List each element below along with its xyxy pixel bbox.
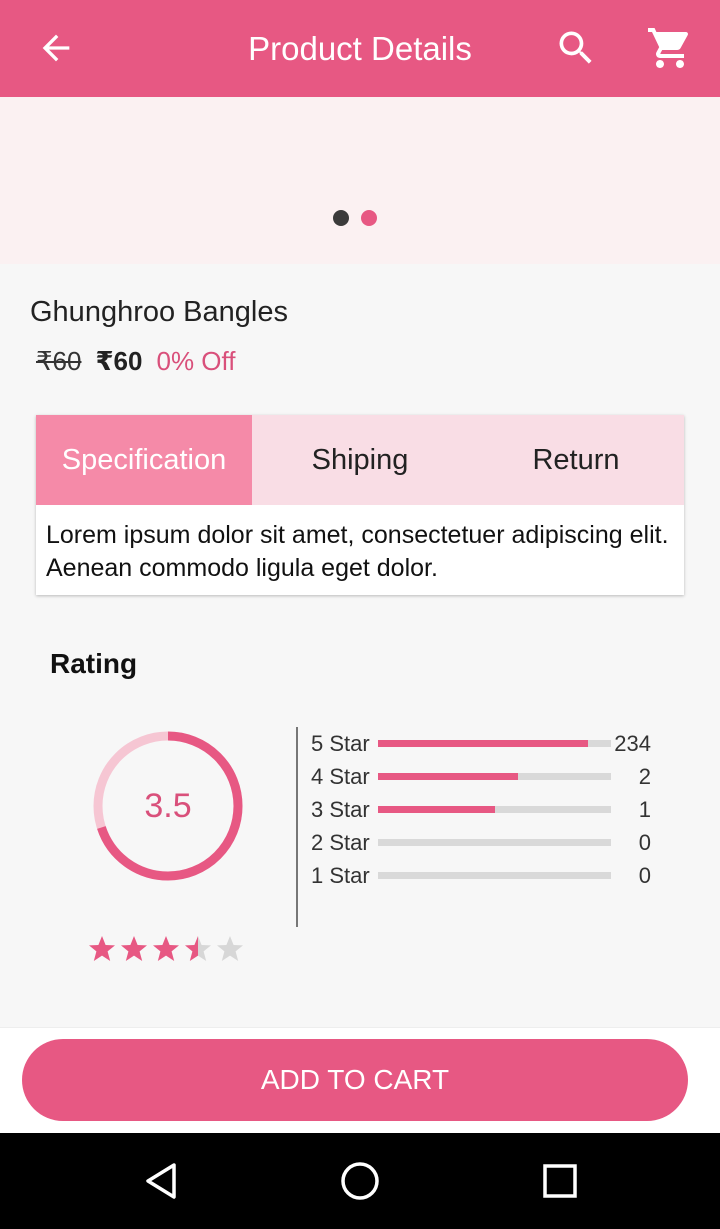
- add-to-cart-button[interactable]: ADD TO CART: [22, 1039, 688, 1121]
- rating-row-label: 2 Star: [311, 830, 370, 855]
- rating-bar-track: [378, 872, 611, 879]
- star-rating: [88, 934, 244, 966]
- rating-row-5: 5 Star 234: [311, 730, 671, 763]
- rating-row-count: 2: [638, 764, 651, 789]
- carousel-dot-1[interactable]: [333, 210, 349, 226]
- details-tab-card: Specification Shiping Return Lorem ipsum…: [36, 415, 684, 595]
- rating-bar-fill: [378, 773, 518, 780]
- rating-bar-track: [378, 806, 611, 813]
- rating-row-count: 1: [638, 797, 651, 822]
- rating-row-count: 0: [638, 863, 651, 888]
- page-title: Product Details: [248, 29, 472, 67]
- star-icon: [216, 934, 244, 966]
- star-icon: [120, 934, 148, 966]
- rating-row-label: 3 Star: [311, 797, 370, 822]
- nav-home-icon[interactable]: [338, 1159, 382, 1203]
- rating-row-count: 234: [614, 731, 651, 756]
- nav-back-icon[interactable]: [140, 1159, 184, 1203]
- shopping-cart-icon[interactable]: [646, 24, 694, 72]
- sale-price: ₹60: [95, 346, 143, 376]
- star-icon: [152, 934, 180, 966]
- average-rating-value: 3.5: [144, 786, 192, 825]
- rating-row-3: 3 Star 1: [311, 796, 671, 829]
- carousel-dot-2-active[interactable]: [361, 210, 377, 226]
- rating-row-label: 4 Star: [311, 764, 370, 789]
- discount-label: 0% Off: [156, 346, 236, 376]
- rating-bar-track: [378, 740, 611, 747]
- rating-bar-track: [378, 773, 611, 780]
- product-name: Ghunghroo Bangles: [30, 296, 288, 328]
- rating-bar-fill: [378, 806, 495, 813]
- tab-content: Lorem ipsum dolor sit amet, consectetuer…: [46, 521, 669, 582]
- star-icon: [88, 934, 116, 966]
- rating-row-label: 5 Star: [311, 731, 370, 756]
- nav-recents-icon[interactable]: [540, 1161, 580, 1201]
- price-row: ₹60 ₹60 0% Off: [36, 346, 236, 377]
- rating-heading: Rating: [50, 648, 138, 679]
- rating-row-label: 1 Star: [311, 863, 370, 888]
- rating-bar-fill: [378, 740, 588, 747]
- rating-row-1: 1 Star 0: [311, 862, 671, 895]
- tab-specification[interactable]: Specification: [36, 415, 252, 505]
- original-price: ₹60: [36, 346, 82, 376]
- product-image-carousel[interactable]: [0, 97, 720, 264]
- tab-shipping[interactable]: Shiping: [252, 415, 468, 505]
- rating-row-4: 4 Star 2: [311, 763, 671, 796]
- divider: [296, 727, 298, 927]
- details-tabs: Specification Shiping Return: [36, 415, 684, 505]
- star-icon: [184, 934, 212, 966]
- rating-breakdown: 5 Star 234 4 Star 2 3 Star 1 2 Star 0 1 …: [311, 730, 671, 895]
- rating-row-2: 2 Star 0: [311, 829, 671, 862]
- search-icon[interactable]: [554, 26, 598, 70]
- tab-return[interactable]: Return: [468, 415, 684, 505]
- arrow-left-icon[interactable]: [36, 28, 76, 68]
- app-bar: Product Details: [0, 0, 720, 97]
- rating-row-count: 0: [638, 830, 651, 855]
- rating-bar-track: [378, 839, 611, 846]
